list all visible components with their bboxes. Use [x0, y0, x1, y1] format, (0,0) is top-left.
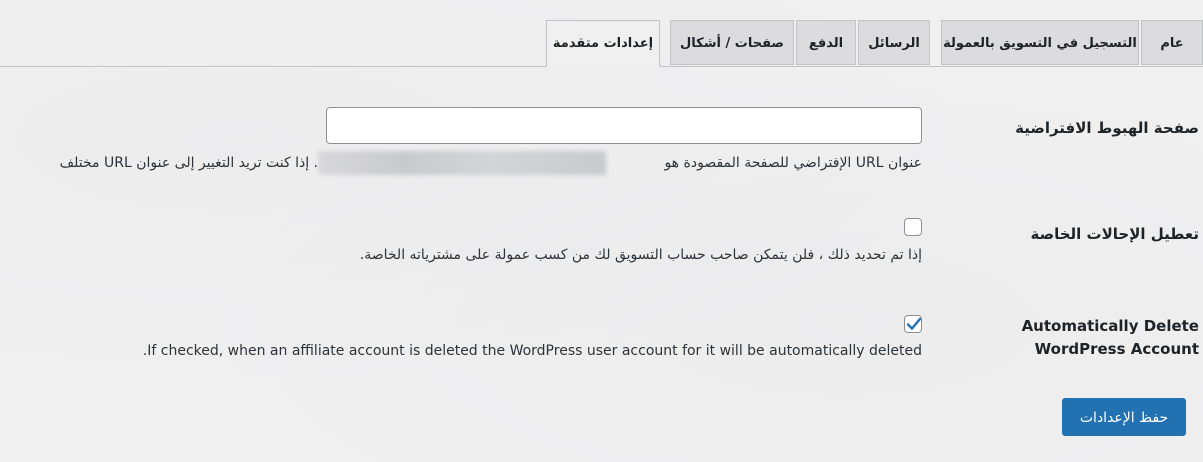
disable-self-referrals-label: تعطيل الإحالات الخاصة [1030, 225, 1199, 243]
auto-delete-label-line2: WordPress Account [1034, 340, 1199, 358]
tab-pages-forms[interactable]: صفحات / أشكال [670, 20, 794, 65]
auto-delete-label-line1: Automatically Delete [1021, 317, 1199, 335]
auto-delete-description: .If checked, when an affiliate account i… [142, 343, 922, 359]
default-url-blurred [318, 151, 606, 175]
landing-page-description-end: . إذا كنت تريد التغيير إلى عنوان URL مخت… [59, 155, 318, 171]
background [0, 0, 1203, 462]
landing-page-description-start: عنوان URL الإفتراضي للصفحة المقصودة هو [664, 155, 922, 171]
landing-page-input[interactable] [326, 107, 922, 144]
save-settings-button[interactable]: حفظ الإعدادات [1062, 398, 1186, 436]
tab-affiliate-registration[interactable]: التسجيل في التسويق بالعمولة [941, 20, 1139, 65]
settings-tabs: عام التسجيل في التسويق بالعمولة الرسائل … [0, 20, 1203, 67]
disable-self-referrals-checkbox[interactable] [904, 218, 922, 236]
tab-general[interactable]: عام [1141, 20, 1203, 65]
tab-advanced-settings[interactable]: إعدادات متقدمة [546, 20, 660, 67]
landing-page-label: صفحة الهبوط الافتراضية [1015, 119, 1199, 137]
checkmark-icon [906, 317, 922, 330]
disable-self-referrals-description: إذا تم تحديد ذلك ، فلن يتمكن صاحب حساب ا… [359, 247, 922, 263]
tab-payment[interactable]: الدفع [796, 20, 856, 65]
auto-delete-checkbox[interactable] [904, 315, 922, 333]
auto-delete-label: Automatically Delete WordPress Account [1022, 315, 1199, 361]
tab-messages[interactable]: الرسائل [858, 20, 930, 65]
